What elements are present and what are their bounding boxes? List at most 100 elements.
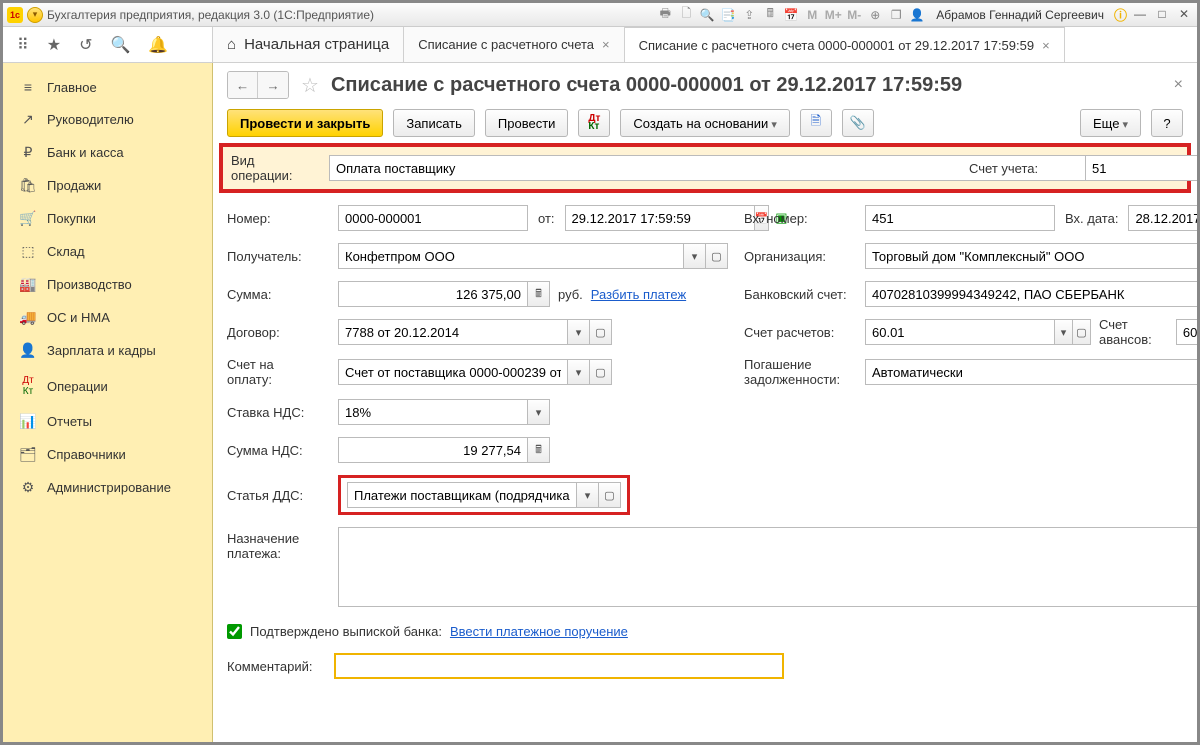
open-button[interactable]: ▢ — [590, 359, 612, 385]
system-menu-drop[interactable]: ▾ — [27, 7, 43, 23]
report-button[interactable]: 🗎 — [800, 109, 832, 137]
favorite-star-icon[interactable]: ☆ — [301, 73, 319, 98]
dropdown-button[interactable]: ▾ — [577, 482, 599, 508]
comment-input[interactable] — [334, 653, 784, 679]
tab-doc-current[interactable]: Списание с расчетного счета 0000-000001 … — [625, 26, 1065, 62]
vat-sum-input[interactable] — [338, 437, 528, 463]
sidebar-item-salary[interactable]: 👤Зарплата и кадры — [3, 334, 212, 367]
close-icon[interactable]: × — [602, 37, 610, 52]
window-close[interactable]: ✕ — [1175, 7, 1193, 23]
sidebar-item-label: Склад — [47, 244, 85, 259]
sidebar-item-sales[interactable]: 🛍Продажи — [3, 169, 212, 202]
dropdown-button[interactable]: ▾ — [684, 243, 706, 269]
toolbar-windows-icon[interactable]: ❐ — [887, 6, 905, 24]
sidebar-item-operations[interactable]: ДтКтОперации — [3, 367, 212, 405]
tab-doc-list[interactable]: Списание с расчетного счета × — [404, 27, 624, 62]
open-button[interactable]: ▢ — [599, 482, 621, 508]
app-title: Бухгалтерия предприятия, редакция 3.0 (1… — [47, 8, 652, 22]
window-minimize[interactable]: — — [1131, 7, 1149, 23]
dropdown-button[interactable]: ▾ — [1055, 319, 1073, 345]
calculator-button[interactable]: 🖩 — [528, 437, 550, 463]
sidebar-item-label: Зарплата и кадры — [47, 343, 156, 358]
toolbar-zoom-icon[interactable]: ⊕ — [866, 6, 884, 24]
sidebar-item-assets[interactable]: 🚚ОС и НМА — [3, 301, 212, 334]
rub-label: руб. — [558, 287, 583, 302]
notifications-icon[interactable]: 🔔 — [148, 35, 168, 55]
enter-payment-order-link[interactable]: Ввести платежное поручение — [450, 624, 628, 639]
org-input[interactable] — [865, 243, 1197, 269]
payee-input[interactable] — [338, 243, 684, 269]
write-button[interactable]: Записать — [393, 109, 475, 137]
open-button[interactable]: ▢ — [1073, 319, 1091, 345]
split-payment-link[interactable]: Разбить платеж — [591, 287, 686, 302]
date-input[interactable] — [565, 205, 755, 231]
tab-home[interactable]: ⌂ Начальная страница — [213, 27, 404, 62]
more-button[interactable]: Еще — [1080, 109, 1141, 137]
toolbar-preview-icon[interactable]: 🗋 — [677, 6, 695, 24]
open-button[interactable]: ▢ — [590, 319, 612, 345]
sidebar-item-label: Производство — [47, 277, 132, 292]
sidebar-item-main[interactable]: ≡Главное — [3, 71, 212, 103]
account-input[interactable] — [1085, 155, 1197, 181]
apps-icon[interactable]: ⠿ — [17, 35, 29, 55]
sidebar-item-bank[interactable]: ₽Банк и касса — [3, 136, 212, 169]
toolbar-search-icon[interactable]: 🔍 — [698, 6, 716, 24]
sidebar-item-label: ОС и НМА — [47, 310, 110, 325]
help-button[interactable]: ? — [1151, 109, 1183, 137]
dropdown-button[interactable]: ▾ — [568, 319, 590, 345]
sidebar-item-catalogs[interactable]: 🗂Справочники — [3, 438, 212, 471]
calculator-button[interactable]: 🖩 — [528, 281, 550, 307]
open-button[interactable]: ▢ — [706, 243, 728, 269]
sidebar-item-admin[interactable]: ⚙Администрирование — [3, 471, 212, 504]
favorites-icon[interactable]: ★ — [47, 35, 61, 55]
current-user[interactable]: Абрамов Геннадий Сергеевич — [930, 8, 1110, 22]
sidebar-item-purchases[interactable]: 🛒Покупки — [3, 202, 212, 235]
sidebar-item-reports[interactable]: 📊Отчеты — [3, 405, 212, 438]
create-based-on-button[interactable]: Создать на основании — [620, 109, 789, 137]
sum-input[interactable] — [338, 281, 528, 307]
toolbar-calendar-icon[interactable]: 📅 — [782, 6, 800, 24]
toolbar-mplus-icon[interactable]: M+ — [824, 6, 842, 24]
sidebar-item-label: Продажи — [47, 178, 101, 193]
history-icon[interactable]: ↺ — [79, 35, 92, 55]
ext-date-input[interactable] — [1128, 205, 1197, 231]
post-and-close-button[interactable]: Провести и закрыть — [227, 109, 383, 137]
adv-acc-input[interactable] — [1176, 319, 1197, 345]
nav-back-button[interactable]: ← — [228, 72, 258, 98]
sidebar-item-manager[interactable]: ↗Руководителю — [3, 103, 212, 136]
attach-button[interactable]: 📎 — [842, 109, 874, 137]
toolbar-upload-icon[interactable]: ⇪ — [740, 6, 758, 24]
nav-forward-button[interactable]: → — [258, 72, 288, 98]
ext-number-input[interactable] — [865, 205, 1055, 231]
dds-input[interactable] — [347, 482, 577, 508]
home-icon: ⌂ — [227, 36, 236, 53]
window-maximize[interactable]: □ — [1153, 7, 1171, 23]
toolbar-m-icon[interactable]: M — [803, 6, 821, 24]
purpose-textarea[interactable] — [338, 527, 1197, 607]
contract-input[interactable] — [338, 319, 568, 345]
sidebar-item-production[interactable]: 🏭Производство — [3, 268, 212, 301]
bank-confirm-checkbox[interactable] — [227, 624, 242, 639]
chart-icon: ↗ — [19, 111, 37, 128]
vat-rate-input[interactable] — [338, 399, 528, 425]
bank-input[interactable] — [865, 281, 1197, 307]
post-button[interactable]: Провести — [485, 109, 569, 137]
toolbar-print-icon[interactable]: 🖶 — [656, 6, 674, 24]
dtct-button[interactable]: ДтКт — [578, 109, 610, 137]
number-input[interactable] — [338, 205, 528, 231]
toolbar-copy-icon[interactable]: 📑 — [719, 6, 737, 24]
info-icon[interactable]: ⓘ — [1114, 5, 1127, 24]
top-strip: ⠿ ★ ↺ 🔍 🔔 ⌂ Начальная страница Списание … — [3, 27, 1197, 63]
invoice-input[interactable] — [338, 359, 568, 385]
dropdown-button[interactable]: ▾ — [568, 359, 590, 385]
dropdown-button[interactable]: ▾ — [528, 399, 550, 425]
sidebar-item-warehouse[interactable]: ⬚Склад — [3, 235, 212, 268]
search-icon[interactable]: 🔍 — [110, 35, 130, 55]
repay-input[interactable] — [865, 359, 1197, 385]
toolbar-calc-icon[interactable]: 🖩 — [761, 6, 779, 24]
toolbar-mminus-icon[interactable]: M- — [845, 6, 863, 24]
cart-icon: 🛒 — [19, 210, 37, 227]
close-icon[interactable]: × — [1042, 38, 1050, 53]
close-form-button[interactable]: × — [1174, 76, 1183, 94]
settle-acc-input[interactable] — [865, 319, 1055, 345]
